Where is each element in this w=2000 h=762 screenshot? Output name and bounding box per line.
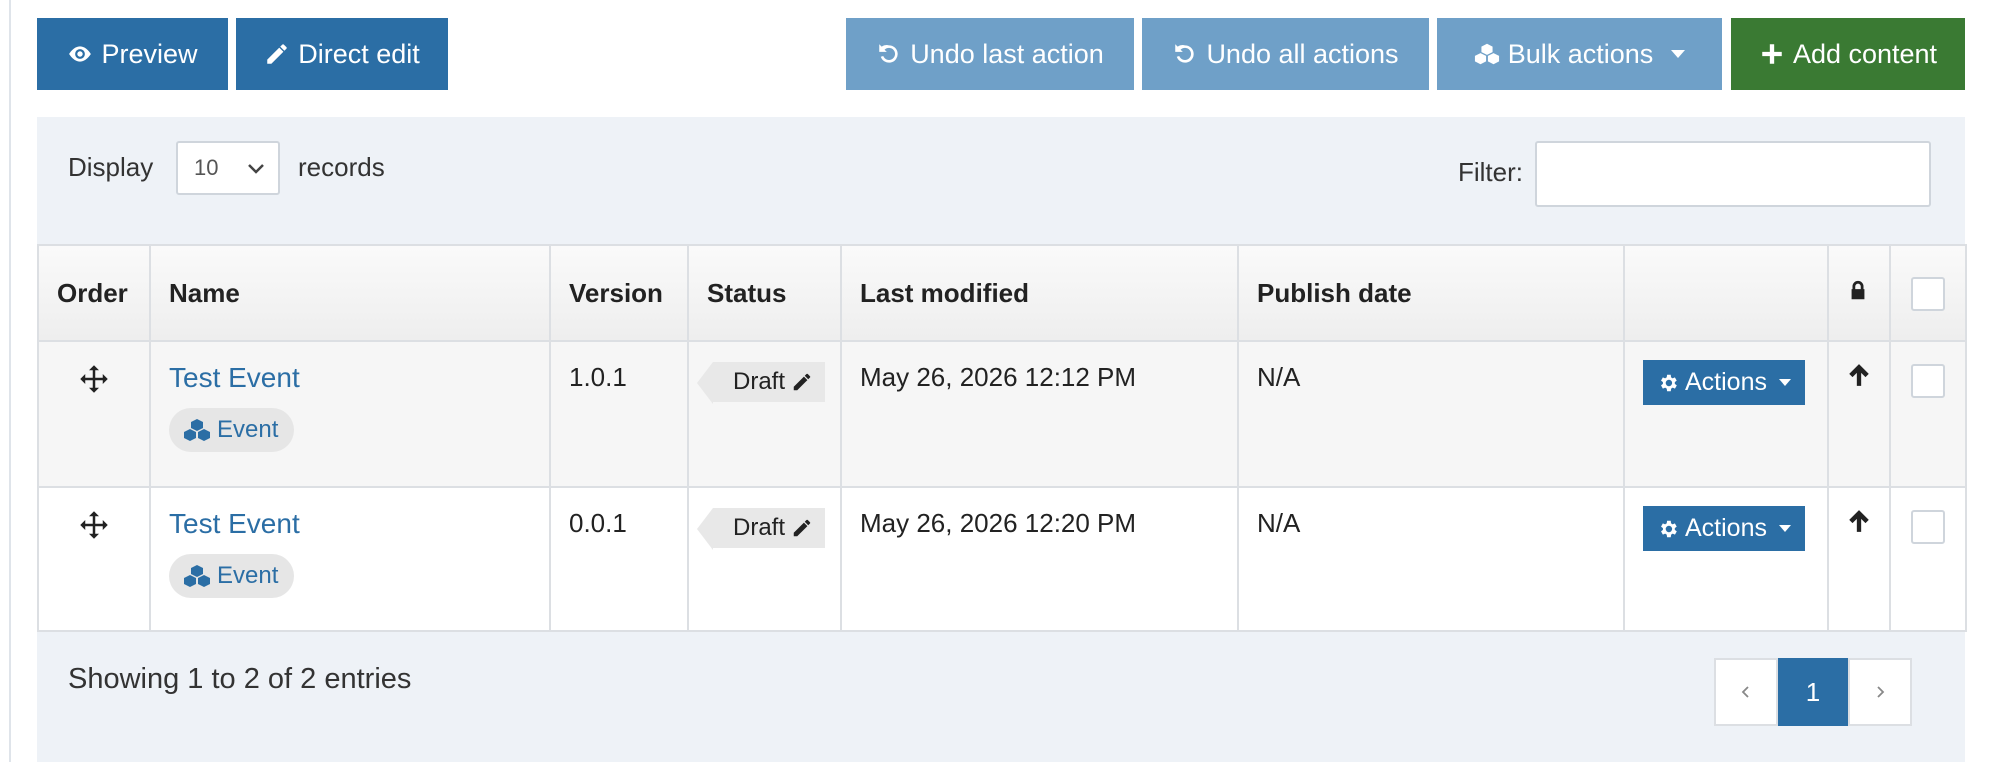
select-cell (1889, 340, 1967, 488)
content-name-link[interactable]: Test Event (169, 362, 531, 394)
table-row: Test Event Event 1.0.1 Draft May 26, 202… (37, 340, 1967, 488)
table-row: Test Event Event 0.0.1 Draft May 26, 202… (37, 486, 1967, 632)
order-cell (37, 486, 151, 632)
last-modified-cell: May 26, 2026 12:20 PM (840, 486, 1239, 632)
add-content-button[interactable]: Add content (1731, 18, 1965, 90)
order-cell (37, 340, 151, 488)
status-badge[interactable]: Draft (696, 362, 826, 404)
undo-last-action-label: Undo last action (910, 38, 1104, 69)
undo-icon (1175, 44, 1195, 63)
chevron-right-icon (1877, 686, 1885, 698)
name-column-header[interactable]: Name (149, 244, 551, 342)
content-type-label: Event (217, 562, 279, 589)
name-cell: Test Event Event (149, 486, 551, 632)
undo-last-action-button[interactable]: Undo last action (846, 18, 1134, 90)
chevron-left-icon (1741, 686, 1749, 698)
last-modified-cell: May 26, 2026 12:12 PM (840, 340, 1239, 488)
cubes-icon (1474, 43, 1499, 65)
version-cell: 1.0.1 (549, 340, 689, 488)
direct-edit-button-label: Direct edit (298, 38, 420, 69)
cubes-icon (184, 419, 210, 441)
pagination: 1 (1714, 658, 1912, 726)
pencil-icon (267, 44, 287, 64)
chevron-down-icon (1671, 50, 1686, 58)
preview-button-label: Preview (101, 38, 198, 69)
lock-icon (1851, 280, 1865, 299)
status-cell: Draft (687, 340, 842, 488)
chevron-down-icon (1778, 379, 1791, 386)
move-up-cell (1827, 486, 1891, 632)
undo-all-actions-button[interactable]: Undo all actions (1142, 18, 1429, 90)
filter-label: Filter: (1458, 157, 1523, 187)
direct-edit-button[interactable]: Direct edit (236, 18, 448, 90)
status-column-header[interactable]: Status (687, 244, 842, 342)
eye-icon (69, 46, 92, 62)
arrow-up-icon[interactable] (1846, 508, 1872, 534)
publish-date-cell: N/A (1237, 340, 1625, 488)
lock-column-header (1827, 244, 1891, 342)
actions-column-header (1623, 244, 1829, 342)
actions-cell: Actions (1623, 340, 1829, 488)
records-per-page-select[interactable]: 10 (176, 141, 280, 195)
content-type-label: Event (217, 416, 279, 443)
undo-all-actions-label: Undo all actions (1206, 38, 1399, 69)
preview-button[interactable]: Preview (37, 18, 228, 90)
actions-label: Actions (1685, 368, 1767, 396)
select-all-checkbox[interactable] (1911, 277, 1945, 311)
bulk-actions-button[interactable]: Bulk actions (1437, 18, 1722, 90)
display-label: Display (68, 152, 154, 182)
name-cell: Test Event Event (149, 340, 551, 488)
page-button-current[interactable]: 1 (1778, 658, 1848, 726)
select-cell (1889, 486, 1967, 632)
records-label: records (298, 152, 385, 182)
row-checkbox[interactable] (1911, 364, 1945, 398)
last-modified-column-header[interactable]: Last modified (840, 244, 1239, 342)
actions-label: Actions (1685, 514, 1767, 542)
previous-page-button[interactable] (1714, 658, 1778, 726)
plus-icon (1762, 44, 1782, 64)
status-cell: Draft (687, 486, 842, 632)
gear-icon (1661, 374, 1677, 391)
chevron-down-icon (248, 164, 264, 174)
next-page-button[interactable] (1848, 658, 1912, 726)
bulk-actions-label: Bulk actions (1507, 38, 1654, 69)
filter-input[interactable] (1535, 141, 1931, 207)
row-checkbox[interactable] (1911, 510, 1945, 544)
move-icon[interactable] (79, 510, 109, 540)
version-column-header[interactable]: Version (549, 244, 689, 342)
gear-icon (1661, 520, 1677, 537)
actions-cell: Actions (1623, 486, 1829, 632)
select-all-column-header (1889, 244, 1967, 342)
records-per-page-value: 10 (194, 155, 219, 180)
status-label: Draft (733, 514, 786, 541)
status-label: Draft (733, 368, 786, 395)
undo-icon (879, 44, 898, 63)
content-type-badge: Event (169, 408, 295, 452)
pencil-icon (793, 519, 811, 537)
status-badge[interactable]: Draft (696, 508, 826, 550)
cubes-icon (184, 565, 210, 587)
move-icon[interactable] (79, 364, 109, 394)
table-header-row: Order Name Version Status Last modified … (37, 244, 1967, 342)
actions-dropdown-button[interactable]: Actions (1643, 506, 1805, 551)
version-cell: 0.0.1 (549, 486, 689, 632)
publish-date-column-header[interactable]: Publish date (1237, 244, 1625, 342)
content-type-badge: Event (169, 554, 295, 598)
content-table: Order Name Version Status Last modified … (37, 244, 1967, 632)
publish-date-cell: N/A (1237, 486, 1625, 632)
table-info-text: Showing 1 to 2 of 2 entries (68, 663, 412, 695)
pencil-icon (793, 373, 811, 391)
chevron-down-icon (1778, 525, 1791, 532)
actions-dropdown-button[interactable]: Actions (1643, 360, 1805, 405)
move-up-cell (1827, 340, 1891, 488)
page-border (9, 0, 11, 762)
arrow-up-icon[interactable] (1846, 362, 1872, 388)
order-column-header[interactable]: Order (37, 244, 151, 342)
content-name-link[interactable]: Test Event (169, 508, 531, 540)
add-content-label: Add content (1792, 38, 1938, 69)
